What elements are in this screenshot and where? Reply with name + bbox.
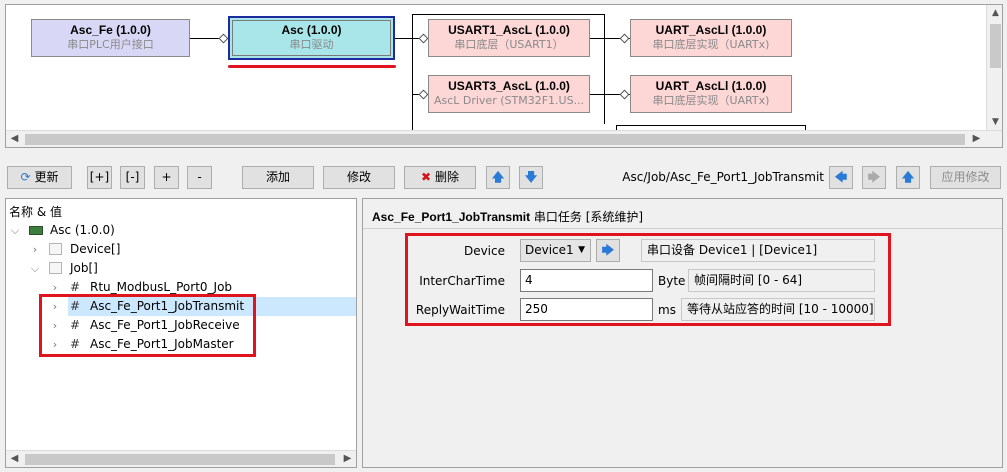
connector-diamond bbox=[619, 33, 630, 44]
connector-diamond bbox=[619, 89, 630, 100]
back-button[interactable]: 🡄 bbox=[829, 166, 853, 189]
delete-icon: ✖ bbox=[421, 170, 432, 184]
node-subtitle: 串口PLC用户接口 bbox=[67, 38, 154, 51]
collapse-button[interactable]: - bbox=[187, 166, 212, 189]
move-up-button[interactable]: 🡅 bbox=[486, 166, 510, 189]
tree-item-job[interactable]: ⌵ Job[] bbox=[6, 259, 346, 278]
scroll-thumb[interactable] bbox=[990, 24, 1001, 68]
tree-item-label: Device[] bbox=[70, 242, 121, 256]
delete-button[interactable]: ✖ 删除 bbox=[404, 166, 476, 189]
connector-diamond bbox=[218, 33, 229, 44]
chevron-right-icon[interactable]: › bbox=[29, 240, 41, 259]
go-up-button[interactable]: 🡅 bbox=[896, 166, 920, 189]
refresh-icon: ⟳ bbox=[20, 170, 31, 184]
delete-label: 删除 bbox=[434, 170, 459, 184]
diagram-vertical-scrollbar[interactable]: ▲ ▼ bbox=[986, 5, 1002, 131]
move-down-button[interactable]: 🡇 bbox=[519, 166, 543, 189]
selected-node-underline bbox=[228, 65, 396, 68]
scroll-left-icon[interactable]: ◀ bbox=[6, 131, 23, 147]
scroll-right-icon[interactable]: ▶ bbox=[339, 451, 356, 467]
add-button[interactable]: 添加 bbox=[242, 166, 314, 189]
properties-title: Asc_Fe_Port1_JobTransmit 串口任务 [系统维护] bbox=[372, 208, 643, 225]
group-box-line bbox=[616, 125, 806, 126]
node-uart-ascll-2[interactable]: UART_AscLl (1.0.0) 串口底层实现（UARTx) bbox=[630, 75, 792, 113]
node-subtitle: 串口底层实现（UARTx) bbox=[652, 94, 770, 107]
collapse-all-button[interactable]: [-] bbox=[120, 166, 145, 189]
scroll-thumb[interactable] bbox=[25, 134, 965, 145]
tree-item-device[interactable]: › Device[] bbox=[6, 240, 346, 259]
diagram-horizontal-scrollbar[interactable]: ◀ ▶ bbox=[6, 130, 1002, 147]
tree-item-label: Job[] bbox=[70, 261, 98, 275]
group-box-line bbox=[604, 14, 605, 124]
highlight-box-jobs bbox=[39, 294, 256, 357]
arrow-down-icon: 🡇 bbox=[524, 170, 538, 184]
node-usart1[interactable]: USART1_AscL (1.0.0) 串口底层（USART1） bbox=[428, 19, 590, 57]
tree-header: 名称 & 值 bbox=[9, 205, 62, 219]
expand-all-button[interactable]: [+] bbox=[87, 166, 112, 189]
apply-changes-button[interactable]: 应用修改 bbox=[930, 166, 1001, 189]
scroll-up-icon[interactable]: ▲ bbox=[987, 5, 1002, 22]
node-subtitle: AscL Driver (STM32F1.US... bbox=[433, 94, 585, 107]
node-subtitle: 串口底层（USART1） bbox=[454, 38, 564, 51]
connector-diamond bbox=[418, 89, 429, 100]
node-title: UART_AscLl (1.0.0) bbox=[655, 23, 767, 37]
folder-icon bbox=[49, 243, 62, 255]
node-subtitle: 串口底层实现（UARTx) bbox=[652, 38, 770, 51]
node-title: UART_AscLl (1.0.0) bbox=[655, 79, 767, 93]
tree-item-label: Asc (1.0.0) bbox=[50, 223, 115, 237]
dependency-diagram: Asc_Fe (1.0.0) 串口PLC用户接口 Asc (1.0.0) 串口驱… bbox=[5, 4, 1003, 148]
scroll-thumb[interactable] bbox=[25, 454, 335, 465]
node-usart3[interactable]: USART3_AscL (1.0.0) AscL Driver (STM32F1… bbox=[428, 75, 590, 113]
forward-button[interactable]: 🡆 bbox=[862, 166, 886, 189]
node-asc[interactable]: Asc (1.0.0) 串口驱动 bbox=[228, 16, 395, 60]
node-title: Asc_Fe (1.0.0) bbox=[70, 23, 151, 37]
properties-title-suffix: 串口任务 [系统维护] bbox=[533, 210, 644, 224]
arrow-up-icon: 🡅 bbox=[901, 170, 915, 184]
properties-title-name: Asc_Fe_Port1_JobTransmit bbox=[372, 210, 531, 224]
chevron-down-icon[interactable]: ⌵ bbox=[9, 221, 21, 240]
expand-button[interactable]: + bbox=[154, 166, 179, 189]
folder-icon bbox=[49, 262, 62, 274]
scroll-left-icon[interactable]: ◀ bbox=[6, 451, 23, 467]
module-icon bbox=[29, 226, 43, 235]
chevron-down-icon[interactable]: ⌵ bbox=[29, 259, 41, 278]
modify-button[interactable]: 修改 bbox=[323, 166, 395, 189]
group-box-line bbox=[412, 14, 604, 15]
tree-horizontal-scrollbar[interactable]: ◀ ▶ bbox=[6, 450, 356, 467]
connector-line bbox=[412, 14, 413, 147]
arrow-right-icon: 🡆 bbox=[867, 170, 881, 184]
connector-diamond bbox=[418, 33, 429, 44]
arrow-up-icon: 🡅 bbox=[491, 170, 505, 184]
refresh-button[interactable]: ⟳ 更新 bbox=[7, 166, 72, 189]
node-title: USART1_AscL (1.0.0) bbox=[448, 23, 570, 37]
node-asc-fe[interactable]: Asc_Fe (1.0.0) 串口PLC用户接口 bbox=[31, 19, 190, 57]
divider bbox=[363, 228, 1002, 229]
scroll-right-icon[interactable]: ▶ bbox=[968, 131, 985, 147]
node-uart-ascll-1[interactable]: UART_AscLl (1.0.0) 串口底层实现（UARTx) bbox=[630, 19, 792, 57]
highlight-box-fields bbox=[405, 233, 891, 326]
tree-item-root[interactable]: ⌵ Asc (1.0.0) bbox=[6, 221, 346, 240]
node-title: USART3_AscL (1.0.0) bbox=[448, 79, 570, 93]
arrow-left-icon: 🡄 bbox=[834, 170, 848, 184]
refresh-label: 更新 bbox=[34, 170, 59, 184]
current-path: Asc/Job/Asc_Fe_Port1_JobTransmit bbox=[622, 170, 824, 184]
scroll-down-icon[interactable]: ▼ bbox=[987, 114, 1002, 131]
